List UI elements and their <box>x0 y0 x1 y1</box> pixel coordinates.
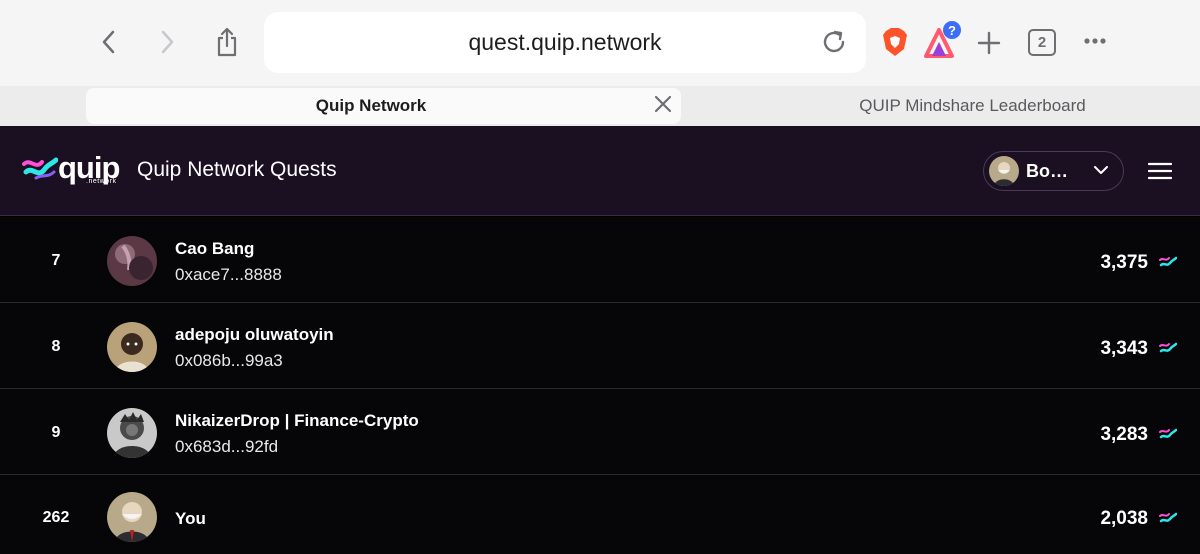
avatar <box>989 156 1019 186</box>
more-icon[interactable] <box>1082 36 1108 46</box>
points-value: 3,283 <box>1100 424 1148 445</box>
leaderboard-row[interactable]: 7 Cao Bang 0xace7...8888 3,375 <box>0 217 1200 303</box>
logo-subtext: .network <box>86 178 117 185</box>
leaderboard-row[interactable]: 8 adepoju oluwatoyin 0x086b...99a3 3,343 <box>0 303 1200 389</box>
forward-icon[interactable] <box>156 28 180 56</box>
user-name: You <box>175 509 206 528</box>
url-text: quest.quip.network <box>468 29 662 55</box>
close-icon[interactable] <box>653 94 675 116</box>
address-bar[interactable]: quest.quip.network <box>264 12 866 73</box>
user-name: Cao Bang <box>175 239 255 258</box>
points-value: 3,343 <box>1100 338 1148 359</box>
user-name: NikaizerDrop | Finance-Crypto <box>175 411 419 430</box>
page-title: Quip Network Quests <box>137 158 337 181</box>
avatar <box>107 408 157 458</box>
rank: 8 <box>51 338 61 355</box>
hamburger-menu-icon[interactable] <box>1147 162 1173 180</box>
browser-tab-bar: Quip Network QUIP Mindshare Leaderboard <box>0 86 1200 126</box>
tab-quip-mindshare-leaderboard[interactable]: QUIP Mindshare Leaderboard <box>700 88 1200 124</box>
user-menu-button[interactable]: Bo… <box>983 151 1124 191</box>
new-tab-icon[interactable] <box>976 30 1002 56</box>
points-value: 3,375 <box>1100 252 1148 273</box>
user-name: Bo… <box>1026 160 1068 181</box>
rank: 9 <box>51 424 61 441</box>
back-icon[interactable] <box>96 28 120 56</box>
leaderboard-row[interactable]: 9 NikaizerDrop | Finance-Crypto 0x683d..… <box>0 389 1200 475</box>
svg-text:?: ? <box>948 23 956 38</box>
points-value: 2,038 <box>1100 508 1148 529</box>
wallet-address: 0xace7...8888 <box>175 265 282 284</box>
leaderboard-list: 7 Cao Bang 0xace7...8888 3,375 8 adepoju… <box>0 217 1200 554</box>
brave-rewards-icon[interactable]: ? <box>922 20 962 60</box>
leaderboard-row-current-user[interactable]: 262 You 2,038 <box>0 475 1200 554</box>
tab-count-button[interactable]: 2 <box>1028 29 1056 56</box>
quip-points-icon <box>1159 510 1178 526</box>
quip-points-icon <box>1159 254 1178 270</box>
rank: 7 <box>51 252 61 269</box>
avatar <box>107 236 157 286</box>
wallet-address: 0x086b...99a3 <box>175 351 283 370</box>
quip-logo[interactable]: quip .network <box>22 152 120 185</box>
reload-icon[interactable] <box>820 28 848 61</box>
quip-points-icon <box>1159 426 1178 442</box>
rank: 262 <box>42 509 70 526</box>
browser-toolbar: quest.quip.network ? 2 <box>0 0 1200 86</box>
user-name: adepoju oluwatoyin <box>175 325 334 344</box>
app-header: quip .network Quip Network Quests Bo… <box>0 126 1200 216</box>
avatar <box>107 322 157 372</box>
quip-points-icon <box>1159 340 1178 356</box>
avatar <box>107 492 157 542</box>
share-icon[interactable] <box>214 26 240 58</box>
brave-lion-icon[interactable] <box>880 25 910 59</box>
chevron-down-icon <box>1094 162 1108 180</box>
wallet-address: 0x683d...92fd <box>175 437 279 456</box>
quip-logo-icon <box>22 157 58 180</box>
